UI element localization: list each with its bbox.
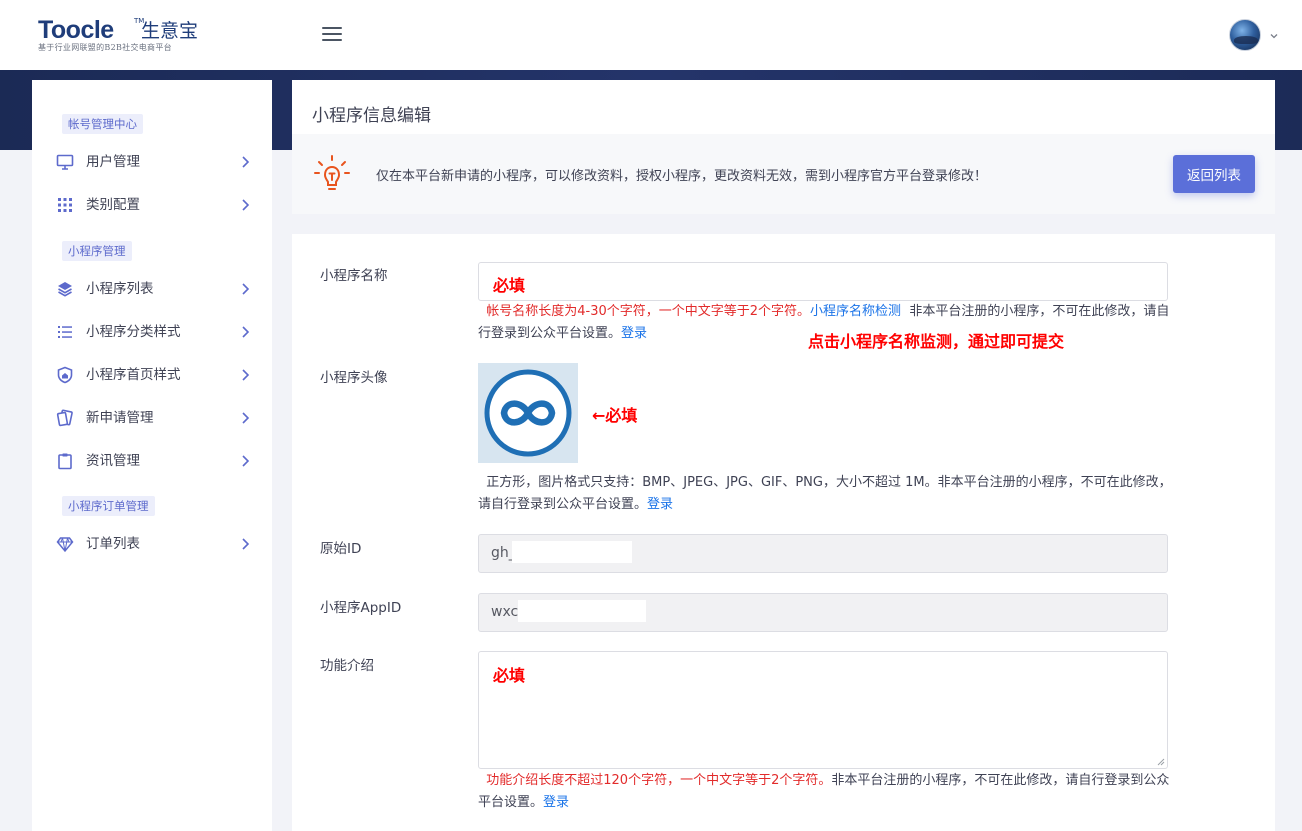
chevron-right-icon [242,283,250,295]
name-check-link[interactable]: 小程序名称检测 [810,304,901,319]
appid-value: wxc [491,604,519,620]
sidebar-item-label: 小程序分类样式 [86,324,181,340]
sidebar-item-new-applications[interactable]: 新申请管理 [32,400,272,436]
sidebar-item-news[interactable]: 资讯管理 [32,443,272,479]
logo-cn: 生意宝 [141,20,199,42]
avatar-label: 小程序头像 [320,370,388,386]
avatar-hint: 正方形，图片格式只支持：BMP、JPEG、JPG、GIF、PNG，大小不超过 1… [478,472,1172,516]
chevron-right-icon [242,199,250,211]
miniprogram-avatar-image[interactable] [478,363,578,463]
toocle-logo[interactable]: Toocle TM 生意宝 基于行业网联盟的B2B社交电商平台 [38,16,208,56]
avatar-login-link[interactable]: 登录 [647,497,673,512]
sidebar-section-account: 帐号管理中心 [62,114,143,134]
logo-subtitle: 基于行业网联盟的B2B社交电商平台 [38,43,172,52]
appid-label: 小程序AppID [320,600,402,616]
grid-icon [56,196,74,214]
avatar-hint-text: 正方形，图片格式只支持：BMP、JPEG、JPG、GIF、PNG，大小不超过 1… [478,475,1172,512]
diamond-icon [56,535,74,553]
chevron-down-icon[interactable] [1269,31,1279,41]
sidebar-item-label: 小程序首页样式 [86,367,181,383]
name-login-link[interactable]: 登录 [621,326,647,341]
notice-text: 仅在本平台新申请的小程序，可以修改资料，授权小程序，更改资料无效，需到小程序官方… [376,169,988,184]
chevron-right-icon [242,538,250,550]
sidebar-item-label: 资讯管理 [86,453,140,469]
redaction-mask [512,541,632,563]
cards-icon [56,409,74,427]
sidebar-item-users[interactable]: 用户管理 [32,144,272,180]
chevron-right-icon [242,326,250,338]
shield-home-icon [56,366,74,384]
page-header-card: 小程序信息编辑 仅在本平台新申请的小程序，可以修改资料，授权小程序，更改资料无效… [292,80,1275,214]
page-title: 小程序信息编辑 [312,106,431,126]
description-required-text: 必填 [493,666,526,685]
original-id-label: 原始ID [320,541,362,557]
chevron-right-icon [242,455,250,467]
name-hint-length: 帐号名称长度为4-30个字符，一个中文字等于2个字符。 [486,304,811,319]
sidebar-section-miniprogram: 小程序管理 [62,241,132,261]
sidebar: 帐号管理中心 用户管理 类别配置 小程序管理 小程序列表 小程序分类样式 小程序 [32,80,272,831]
top-navbar: Toocle TM 生意宝 基于行业网联盟的B2B社交电商平台 [0,0,1302,70]
clipboard-icon [56,452,74,470]
sidebar-item-order-list[interactable]: 订单列表 [32,526,272,562]
infinity-logo-icon [484,369,572,457]
original-id-field: gh_ [478,534,1168,573]
chevron-right-icon [242,156,250,168]
sidebar-item-label: 订单列表 [86,536,140,552]
appid-field: wxc [478,593,1168,632]
notice-bar: 仅在本平台新申请的小程序，可以修改资料，授权小程序，更改资料无效，需到小程序官方… [292,134,1275,214]
monitor-icon [56,153,74,171]
redaction-mask [518,600,646,622]
sidebar-item-label: 类别配置 [86,197,140,213]
description-login-link[interactable]: 登录 [543,795,569,810]
name-annotation: 点击小程序名称监测，通过即可提交 [808,332,1065,351]
sidebar-item-miniprogram-list[interactable]: 小程序列表 [32,271,272,307]
edit-form-card: 小程序名称 必填 帐号名称长度为4-30个字符，一个中文字等于2个字符。小程序名… [292,234,1275,831]
description-hint-length: 功能介绍长度不超过120个字符，一个中文字等于2个字符。 [486,773,832,788]
chevron-right-icon [242,369,250,381]
description-hint: 功能介绍长度不超过120个字符，一个中文字等于2个字符。非本平台注册的小程序，不… [478,770,1172,814]
sidebar-item-label: 新申请管理 [86,410,154,426]
layers-icon [56,280,74,298]
miniprogram-name-input[interactable]: 必填 [478,262,1168,301]
avatar-annotation: ←必填 [592,406,638,425]
name-label: 小程序名称 [320,268,388,284]
resize-handle-icon[interactable] [1157,758,1165,766]
back-to-list-button[interactable]: 返回列表 [1173,155,1255,193]
avatar[interactable] [1229,19,1261,51]
sidebar-item-category-config[interactable]: 类别配置 [32,187,272,223]
lightbulb-icon [314,155,350,190]
list-icon [56,323,74,341]
sidebar-item-label: 小程序列表 [86,281,154,297]
sidebar-item-category-style[interactable]: 小程序分类样式 [32,314,272,350]
menu-icon[interactable] [322,27,342,43]
sidebar-item-home-style[interactable]: 小程序首页样式 [32,357,272,393]
sidebar-section-orders: 小程序订单管理 [62,496,155,516]
description-textarea[interactable]: 必填 [478,651,1168,769]
name-required-text: 必填 [493,276,526,295]
sidebar-item-label: 用户管理 [86,154,140,170]
logo-text: Toocle [38,16,114,44]
chevron-right-icon [242,412,250,424]
description-label: 功能介绍 [320,658,374,674]
